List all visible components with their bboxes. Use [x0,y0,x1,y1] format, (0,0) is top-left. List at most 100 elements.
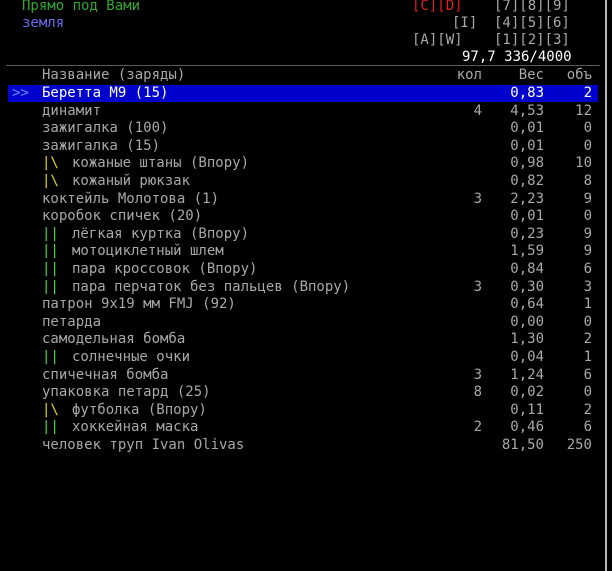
item-name: пара перчаток без пальцев (Впору) [72,278,351,295]
worn-marker: |\ [42,401,59,418]
item-volume: 8 [583,173,592,189]
item-volume: 0 [583,384,592,401]
item-weight: 1,24 [510,366,544,383]
item-name: лёгкая куртка (Впору) [72,225,250,242]
inventory-item[interactable]: >> Беретта М9 (15) 0,83 2 [0,85,600,102]
item-qty: 3 [473,366,482,383]
item-name: футболка (Впору) [72,401,207,418]
item-volume: 6 [583,366,592,383]
inventory-item[interactable]: || мотоциклетный шлем 1,59 9 [0,243,600,260]
item-volume: 3 [583,278,592,295]
location-subtitle: земля [22,15,65,31]
location-title: Прямо под Вами [22,0,141,14]
item-name: зажигалка (15) [42,137,161,154]
item-qty: 3 [473,278,482,295]
item-name: хоккейная маска [72,419,199,436]
tab-cd[interactable]: [C][D] [412,0,463,15]
item-volume: 2 [583,85,592,101]
worn-marker: || [42,243,59,260]
inventory-item[interactable]: |\ кожаный рюкзак 0,82 8 [0,173,600,190]
inventory-item[interactable]: || хоккейная маска 2 0,46 6 [0,419,600,436]
item-name: Беретта М9 (15) [42,85,169,101]
inventory-item[interactable]: динамит 4 4,53 12 [0,103,600,120]
tab-123[interactable]: [1][2][3] [494,32,570,49]
worn-marker: || [42,349,59,365]
item-name: человек труп Ivan Olivas [42,437,245,453]
right-border [605,0,607,571]
item-weight: 0,83 [510,85,544,101]
item-name: динамит [42,102,102,119]
inventory-item[interactable]: петарда 0,00 0 [0,314,600,331]
worn-marker: || [42,225,59,242]
item-qty: 3 [473,190,482,207]
item-name: пара кроссовок (Впору) [72,261,258,277]
item-volume: 1 [583,296,592,313]
item-volume: 10 [575,155,592,172]
item-qty: 2 [473,419,482,436]
item-weight: 0,04 [510,349,544,365]
item-volume: 2 [583,331,592,348]
column-volume: объ [566,67,592,83]
item-qty: 8 [473,384,482,401]
item-volume: 12 [575,102,592,119]
inventory-item[interactable]: самодельная бомба 1,30 2 [0,331,600,348]
weight-volume-totals: 97,7 336/4000 [462,49,572,65]
item-name: солнечные очки [72,349,191,365]
inventory-item[interactable]: зажигалка (15) 0,01 0 [0,138,600,155]
item-weight: 0,11 [510,401,544,418]
item-volume: 0 [583,313,592,330]
worn-marker: || [42,419,59,436]
inventory-item[interactable]: коробок спичек (20) 0,01 0 [0,208,600,225]
column-header-row: Название (заряды) кол Вес объ [0,67,600,84]
column-qty: кол [456,67,482,83]
item-volume: 6 [583,419,592,436]
item-name: петарда [42,313,102,330]
selection-cursor: >> [12,85,29,101]
inventory-item[interactable]: || пара перчаток без пальцев (Впору) 3 0,30… [0,279,600,296]
item-volume: 6 [583,261,592,277]
item-volume: 0 [583,120,592,137]
item-volume: 0 [583,137,592,154]
column-name: Название (заряды) [42,67,186,83]
item-volume: 9 [583,190,592,207]
item-volume: 0 [583,208,592,225]
inventory-item[interactable]: |\ футболка (Впору) 0,11 2 [0,402,600,419]
item-qty: 4 [473,102,482,119]
item-weight: 2,23 [510,190,544,207]
item-name: зажигалка (100) [42,120,169,137]
item-weight: 1,59 [510,243,544,260]
tab-i[interactable]: [I] [452,15,477,32]
inventory-item[interactable]: || солнечные очки 0,04 1 [0,349,600,366]
item-weight: 4,53 [510,102,544,119]
worn-marker: |\ [42,155,59,172]
inventory-item[interactable]: спичечная бомба 3 1,24 6 [0,367,600,384]
worn-marker: |\ [42,173,59,189]
item-name: спичечная бомба [42,366,169,383]
item-weight: 0,98 [510,155,544,172]
item-name: мотоциклетный шлем [72,243,224,260]
tab-456[interactable]: [4][5][6] [494,15,570,32]
item-volume: 9 [583,225,592,242]
item-volume: 250 [566,437,592,453]
worn-marker: || [42,278,59,295]
item-name: самодельная бомба [42,331,186,348]
inventory-item[interactable]: человек труп Ivan Olivas 81,50 250 [0,437,600,454]
item-weight: 0,01 [510,120,544,137]
item-weight: 0,84 [510,261,544,277]
inventory-item[interactable]: || пара кроссовок (Впору) 0,84 6 [0,261,600,278]
inventory-item[interactable]: упаковка петард (25) 8 0,02 0 [0,384,600,401]
item-weight: 0,64 [510,296,544,313]
inventory-item[interactable]: зажигалка (100) 0,01 0 [0,120,600,137]
tab-789[interactable]: [7][8][9] [494,0,570,15]
inventory-item[interactable]: || лёгкая куртка (Впору) 0,23 9 [0,226,600,243]
inventory-item[interactable]: коктейль Молотова (1) 3 2,23 9 [0,191,600,208]
item-weight: 81,50 [501,437,544,453]
item-weight: 0,82 [510,173,544,189]
item-volume: 2 [583,401,592,418]
item-weight: 0,30 [510,278,544,295]
item-weight: 0,02 [510,384,544,401]
tab-aw[interactable]: [A][W] [412,32,463,49]
inventory-item[interactable]: |\ кожаные штаны (Впору) 0,98 10 [0,155,600,172]
item-volume: 9 [583,243,592,260]
inventory-item[interactable]: патрон 9x19 мм FMJ (92) 0,64 1 [0,296,600,313]
